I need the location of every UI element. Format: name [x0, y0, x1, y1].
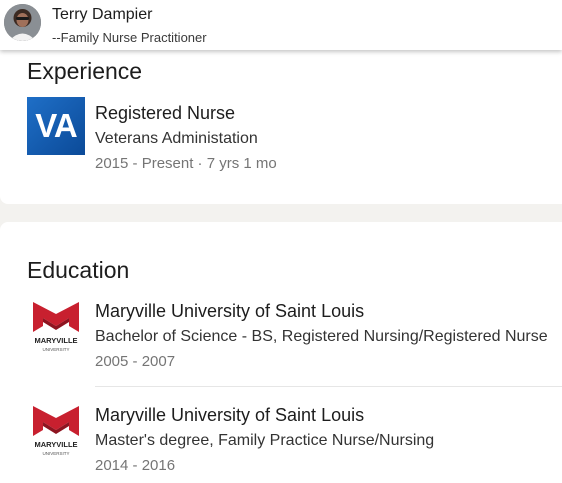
education-dates: 2014 - 2016: [95, 457, 176, 474]
svg-text:MARYVILLE: MARYVILLE: [34, 336, 77, 345]
education-school[interactable]: Maryville University of Saint Louis: [95, 405, 364, 426]
experience-role[interactable]: Registered Nurse: [95, 103, 235, 124]
education-degree: Master's degree, Family Practice Nurse/N…: [95, 432, 435, 449]
experience-heading: Experience: [27, 58, 143, 84]
profile-headline: --Family Nurse Practitioner: [52, 30, 207, 45]
svg-text:UNIVERSITY: UNIVERSITY: [42, 347, 69, 352]
experience-section: Experience VA Registered Nurse Veterans …: [0, 44, 562, 204]
profile-name: Terry Dampier: [52, 6, 153, 23]
svg-text:MARYVILLE: MARYVILLE: [34, 440, 77, 449]
education-degree: Bachelor of Science - BS, Registered Nur…: [95, 328, 548, 345]
experience-organization: Veterans Administation: [95, 130, 258, 147]
experience-dates: 2015 - Present · 7 yrs 1 mo: [95, 155, 277, 172]
education-dates: 2005 - 2007: [95, 353, 176, 370]
entry-divider: [95, 386, 562, 387]
profile-page: Terry Dampier --Family Nurse Practitione…: [0, 0, 562, 483]
education-school[interactable]: Maryville University of Saint Louis: [95, 301, 364, 322]
maryville-logo-icon[interactable]: MARYVILLE UNIVERSITY: [31, 296, 81, 354]
education-section: Education MARYVILLE UNIVERSITY Maryville…: [0, 222, 562, 483]
education-heading: Education: [27, 257, 130, 283]
avatar[interactable]: [4, 4, 41, 41]
profile-sticky-header: Terry Dampier --Family Nurse Practitione…: [0, 0, 562, 50]
maryville-logo-icon[interactable]: MARYVILLE UNIVERSITY: [31, 400, 81, 458]
va-logo-icon[interactable]: VA: [27, 97, 85, 155]
svg-text:UNIVERSITY: UNIVERSITY: [42, 451, 69, 456]
